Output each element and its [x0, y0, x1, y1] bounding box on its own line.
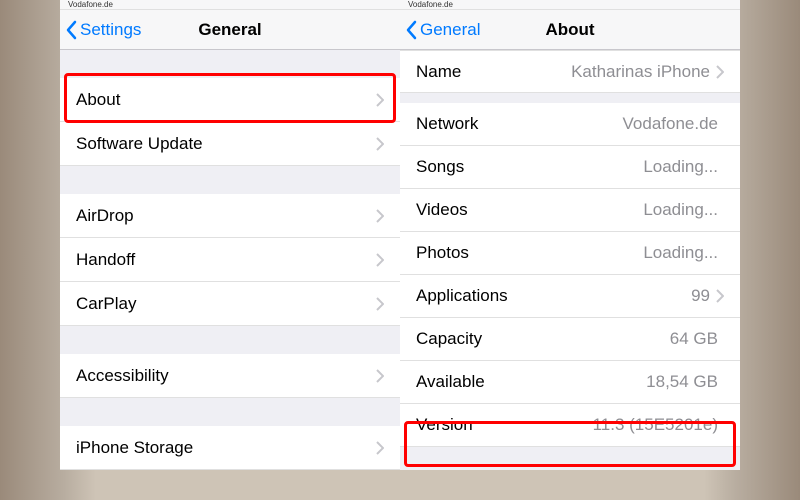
carrier-label: Vodafone.de — [408, 0, 453, 9]
row-label: Photos — [416, 243, 643, 263]
row-label: Handoff — [76, 250, 376, 270]
chevron-right-icon — [376, 93, 384, 107]
nav-bar: General About — [400, 10, 740, 50]
row-label: Version — [416, 415, 593, 435]
screen-general: Vodafone.de Settings General About Softw… — [60, 0, 400, 470]
chevron-right-icon — [376, 137, 384, 151]
chevron-right-icon — [376, 297, 384, 311]
back-label: Settings — [80, 20, 141, 40]
row-label: iPhone Storage — [76, 438, 376, 458]
nav-bar: Settings General — [60, 10, 400, 50]
chevron-right-icon — [376, 441, 384, 455]
chevron-left-icon — [406, 20, 418, 40]
row-label: Network — [416, 114, 623, 134]
chevron-right-icon — [716, 289, 724, 303]
row-value: 18,54 GB — [646, 372, 718, 392]
row-label: Videos — [416, 200, 643, 220]
row-available: Available 18,54 GB — [400, 361, 740, 404]
row-about[interactable]: About — [60, 78, 400, 122]
row-value: 11.3 (15E5201e) — [593, 415, 718, 435]
chevron-left-icon — [66, 20, 78, 40]
screen-about: Vodafone.de General About Name Katharina… — [400, 0, 740, 470]
row-label: Name — [416, 62, 571, 82]
row-iphone-storage[interactable]: iPhone Storage — [60, 426, 400, 470]
back-button[interactable]: General — [406, 20, 480, 40]
status-bar: Vodafone.de — [400, 0, 740, 10]
row-name[interactable]: Name Katharinas iPhone — [400, 50, 740, 93]
status-bar: Vodafone.de — [60, 0, 400, 10]
row-label: Songs — [416, 157, 643, 177]
back-button[interactable]: Settings — [66, 20, 141, 40]
page-title: About — [545, 20, 594, 40]
chevron-right-icon — [376, 253, 384, 267]
back-label: General — [420, 20, 480, 40]
row-songs: Songs Loading... — [400, 146, 740, 189]
row-value: Loading... — [643, 200, 718, 220]
chevron-right-icon — [716, 65, 724, 79]
row-label: Accessibility — [76, 366, 376, 386]
row-handoff[interactable]: Handoff — [60, 238, 400, 282]
row-label: CarPlay — [76, 294, 376, 314]
row-label: Capacity — [416, 329, 670, 349]
row-photos: Photos Loading... — [400, 232, 740, 275]
row-label: Software Update — [76, 134, 376, 154]
row-value: Loading... — [643, 157, 718, 177]
row-value: 99 — [691, 286, 710, 306]
chevron-right-icon — [376, 369, 384, 383]
chevron-right-icon — [376, 209, 384, 223]
row-network: Network Vodafone.de — [400, 103, 740, 146]
page-title: General — [198, 20, 261, 40]
row-label: Available — [416, 372, 646, 392]
row-videos: Videos Loading... — [400, 189, 740, 232]
row-carplay[interactable]: CarPlay — [60, 282, 400, 326]
row-value: 64 GB — [670, 329, 718, 349]
row-label: About — [76, 90, 376, 110]
row-airdrop[interactable]: AirDrop — [60, 194, 400, 238]
row-capacity: Capacity 64 GB — [400, 318, 740, 361]
row-value: Loading... — [643, 243, 718, 263]
row-value: Katharinas iPhone — [571, 62, 710, 82]
row-label: Applications — [416, 286, 691, 306]
row-applications[interactable]: Applications 99 — [400, 275, 740, 318]
row-value: Vodafone.de — [623, 114, 718, 134]
carrier-label: Vodafone.de — [68, 0, 113, 9]
row-version: Version 11.3 (15E5201e) — [400, 404, 740, 447]
row-label: AirDrop — [76, 206, 376, 226]
row-accessibility[interactable]: Accessibility — [60, 354, 400, 398]
row-software-update[interactable]: Software Update — [60, 122, 400, 166]
